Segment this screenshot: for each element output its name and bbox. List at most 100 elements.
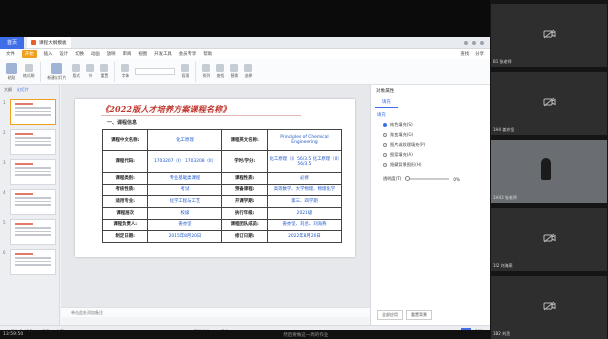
radio-icon[interactable] xyxy=(383,123,387,127)
ribbon-button[interactable]: 格式刷 xyxy=(23,64,34,79)
ribbon-button[interactable]: 替换 xyxy=(230,64,239,79)
table-key-cell[interactable]: 课程代码: xyxy=(101,150,149,173)
radio-icon[interactable] xyxy=(383,163,387,167)
menu-item[interactable]: 文件 xyxy=(6,51,15,57)
ribbon-button[interactable]: 重置 xyxy=(100,64,109,79)
menu-item[interactable]: 开发工具 xyxy=(154,51,172,57)
slide-thumbnail[interactable]: 5 xyxy=(3,219,56,245)
table-key-cell[interactable]: 开课学期: xyxy=(221,195,268,208)
fill-option[interactable]: 渐变填充(G) xyxy=(371,130,490,140)
fill-option[interactable]: 隐藏背景图形(H) xyxy=(371,160,490,170)
ribbon-button[interactable]: 查找 xyxy=(216,64,225,79)
table-key-cell[interactable]: 课程层次 xyxy=(101,206,149,220)
ribbon-button[interactable]: 版式 xyxy=(72,64,81,79)
transparency-slider[interactable] xyxy=(405,176,450,181)
transparency-value[interactable]: 0% xyxy=(453,177,460,182)
notes-pane[interactable]: 单击此处添加备注 xyxy=(61,307,370,317)
slider-knob[interactable] xyxy=(405,176,411,181)
search-box[interactable]: 查找 xyxy=(460,51,469,57)
share-button[interactable]: 分享 xyxy=(475,51,484,57)
table-key-cell[interactable]: 课程中文名称: xyxy=(101,128,149,152)
slide-thumbnail[interactable]: 2 xyxy=(3,129,56,155)
ribbon-button-icon xyxy=(244,64,253,72)
table-value-cell[interactable]: 化学工程与工艺 xyxy=(147,195,223,208)
fill-option[interactable]: 图片或纹理填充(P) xyxy=(371,140,490,150)
table-key-cell[interactable]: 考核性质: xyxy=(101,183,149,197)
table-key-cell[interactable]: 课程英文名称: xyxy=(221,128,268,152)
menu-item[interactable]: 放映 xyxy=(107,51,116,57)
ribbon-button-icon xyxy=(230,64,239,72)
section-heading[interactable]: 一、课程信息 xyxy=(107,119,137,126)
slide-title[interactable]: 《2022版人才培养方案课程名称》 xyxy=(101,104,231,115)
table-value-cell[interactable]: 2015年8月20日 xyxy=(147,230,223,243)
ribbon-button[interactable]: 字体 xyxy=(121,64,130,79)
fill-section-heading[interactable]: 填充 xyxy=(371,108,490,120)
table-key-cell[interactable]: 适用专业: xyxy=(101,195,149,208)
ribbon-button[interactable]: 选择 xyxy=(244,64,253,79)
table-value-cell[interactable]: 化工原理（I）56/3.5 化工原理（II）56/3.5 xyxy=(266,150,343,173)
course-info-table[interactable]: 课程中文名称: 化工原理 课程英文名称: Principles of Chemical… xyxy=(101,128,343,243)
thumbnail-text-line xyxy=(15,230,51,232)
table-value-cell[interactable]: 高等数学、大学物理、物理化学 xyxy=(266,183,343,197)
home-tab[interactable]: 首页 xyxy=(0,37,24,49)
menu-item[interactable]: 开始 xyxy=(21,50,37,58)
table-key-cell[interactable]: 执行年级: xyxy=(221,206,268,220)
table-value-cell[interactable]: Principles of Chemical Engineering xyxy=(266,128,343,152)
menu-item[interactable]: 会员专享 xyxy=(179,51,197,57)
slide-thumbnail[interactable]: 4 xyxy=(3,189,56,215)
reset-background-button[interactable]: 重置背景 xyxy=(406,310,432,320)
fill-option[interactable]: 纯色填充(S) xyxy=(371,120,490,130)
table-value-cell[interactable]: 1703207（I） 1703208（II） xyxy=(147,150,223,173)
table-value-cell[interactable]: 第三、四学期 xyxy=(266,195,343,208)
table-value-cell[interactable]: 姜亦坚、刘丞、刘海燕 xyxy=(266,218,343,232)
document-tab[interactable]: 课程大纲模板 xyxy=(27,37,71,48)
fill-tab[interactable]: 填充 xyxy=(375,97,398,108)
menu-item[interactable]: 设计 xyxy=(59,51,68,57)
table-value-cell[interactable]: 姜亦坚 xyxy=(147,218,223,232)
slide-thumbnail[interactable]: 3 xyxy=(3,159,56,185)
menu-item[interactable]: 插入 xyxy=(44,51,53,57)
table-value-cell[interactable]: 校级 xyxy=(147,206,223,220)
ribbon-button-icon xyxy=(216,64,225,72)
table-value-cell[interactable]: 2022年8月20日 xyxy=(266,230,343,243)
table-key-cell[interactable]: 课程类别: xyxy=(101,171,149,185)
ribbon-button[interactable]: 段落 xyxy=(181,64,190,79)
font-name-box[interactable] xyxy=(135,68,176,75)
menu-item[interactable]: 审阅 xyxy=(123,51,132,57)
table-value-cell[interactable]: 2021级 xyxy=(266,206,343,220)
radio-icon[interactable] xyxy=(383,133,387,137)
menu-item[interactable]: 动画 xyxy=(91,51,100,57)
ribbon-button[interactable]: 粘贴 xyxy=(6,62,17,81)
maximize-icon[interactable] xyxy=(472,40,476,45)
left-panel-tab[interactable]: 幻灯片 xyxy=(17,87,29,93)
fill-option[interactable]: 图案填充(A) xyxy=(371,150,490,160)
radio-icon[interactable] xyxy=(383,143,387,147)
apply-all-button[interactable]: 全部应用 xyxy=(377,310,403,320)
slide[interactable]: 《2022版人才培养方案课程名称》 一、课程信息 课程中文名称: 化工原理 课程英文… xyxy=(75,99,355,257)
table-key-cell[interactable]: 课程负责人: xyxy=(101,218,149,232)
ribbon-button[interactable]: 节 xyxy=(86,64,95,79)
menu-item[interactable]: 切换 xyxy=(75,51,84,57)
ribbon-button[interactable]: 新建幻灯片 xyxy=(47,62,66,81)
table-value-cell[interactable]: 化工原理 xyxy=(147,128,223,152)
minimize-icon[interactable] xyxy=(464,40,468,45)
table-key-cell[interactable]: 修订日期: xyxy=(221,230,268,243)
ribbon-button[interactable]: 排列 xyxy=(202,64,211,79)
table-key-cell[interactable]: 预备课程: xyxy=(221,183,268,197)
menu-item[interactable]: 帮助 xyxy=(203,51,212,57)
thumbnail-text-line xyxy=(15,234,51,236)
menu-item[interactable]: 视图 xyxy=(138,51,147,57)
table-key-cell[interactable]: 学时/学分: xyxy=(221,150,268,173)
left-panel-tab[interactable]: 大纲 xyxy=(4,87,12,93)
slide-thumbnail[interactable]: 6 xyxy=(3,249,56,275)
slide-thumbnail[interactable]: 1 xyxy=(3,99,56,125)
table-key-cell[interactable]: 课程团队成员: xyxy=(221,218,268,232)
table-key-cell[interactable]: 制定日期: xyxy=(101,230,149,243)
table-value-cell[interactable]: 专业基础类课程 xyxy=(147,171,223,185)
radio-icon[interactable] xyxy=(383,153,387,157)
participant-video-panel: B1 张老师 1H4 姜亦坚 1H43 张老师 1I2 刘海燕 1B2 刘丞 xyxy=(490,0,608,339)
close-icon[interactable] xyxy=(480,40,484,45)
table-value-cell[interactable]: 必修 xyxy=(266,171,343,185)
table-key-cell[interactable]: 课程性质: xyxy=(221,171,268,185)
table-value-cell[interactable]: 考试 xyxy=(147,183,223,197)
